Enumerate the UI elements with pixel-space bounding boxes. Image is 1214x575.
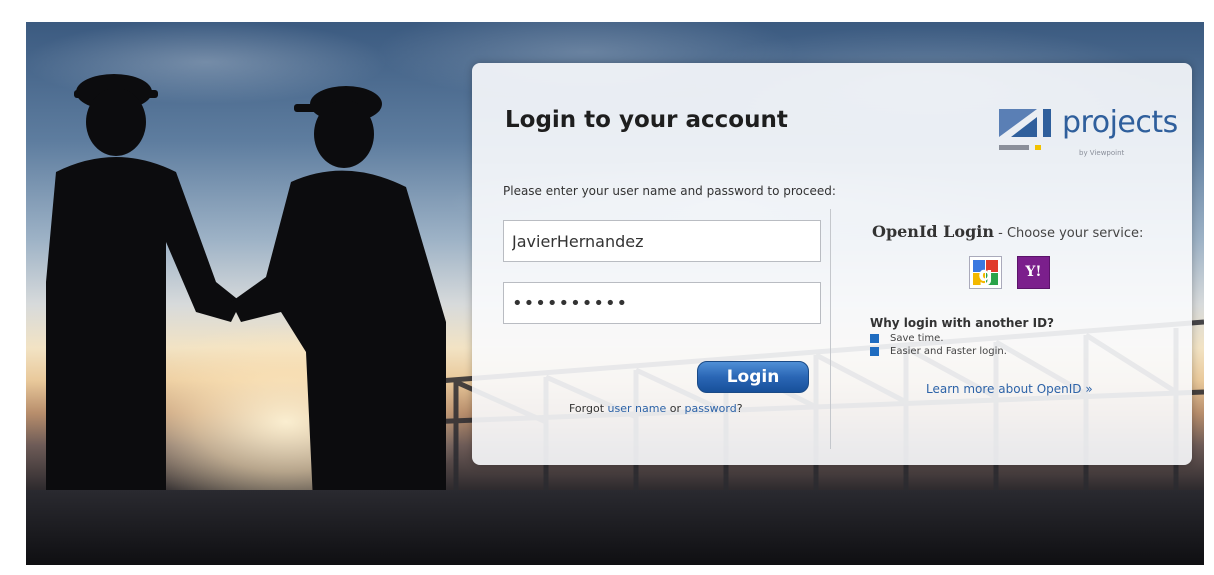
login-instructions: Please enter your user name and password… <box>503 184 836 198</box>
login-panel: Login to your account projects by Viewpo… <box>472 63 1192 465</box>
reason-text: Save time. <box>890 333 944 344</box>
learn-more-openid-link[interactable]: Learn more about OpenID » <box>926 382 1093 396</box>
openid-title: OpenId Login <box>872 222 994 241</box>
forgot-suffix: ? <box>736 402 743 415</box>
logo-name: projects <box>1062 105 1178 140</box>
list-item: Save time. <box>870 332 1007 345</box>
forgot-or: or <box>666 402 685 415</box>
logo-mark-icon <box>999 109 1051 150</box>
why-openid-list: Save time. Easier and Faster login. <box>870 332 1007 358</box>
ground <box>26 490 1204 565</box>
username-input[interactable] <box>503 220 821 262</box>
forgot-prefix: Forgot <box>569 402 608 415</box>
bullet-icon <box>870 347 879 356</box>
list-item: Easier and Faster login. <box>870 345 1007 358</box>
yahoo-login-button[interactable]: Y! <box>1017 256 1050 289</box>
openid-subtitle: - Choose your service: <box>994 226 1144 241</box>
openid-heading: OpenId Login - Choose your service: <box>872 222 1143 241</box>
google-login-button[interactable]: g <box>969 256 1002 289</box>
why-openid-title: Why login with another ID? <box>870 316 1055 330</box>
bullet-icon <box>870 334 879 343</box>
vertical-divider <box>830 209 831 449</box>
forgot-username-link[interactable]: user name <box>608 402 667 415</box>
login-button[interactable]: Login <box>697 361 809 393</box>
reason-text: Easier and Faster login. <box>890 346 1007 357</box>
svg-text:g: g <box>978 262 992 286</box>
password-input[interactable] <box>503 282 821 324</box>
forgot-credentials: Forgot user name or password? <box>569 402 743 415</box>
projects-logo: projects by Viewpoint <box>997 103 1178 163</box>
yahoo-icon: Y! <box>1025 264 1042 280</box>
logo-byline: by Viewpoint <box>1079 149 1125 157</box>
google-icon: g <box>973 260 998 286</box>
page-title: Login to your account <box>505 107 788 133</box>
forgot-password-link[interactable]: password <box>684 402 736 415</box>
